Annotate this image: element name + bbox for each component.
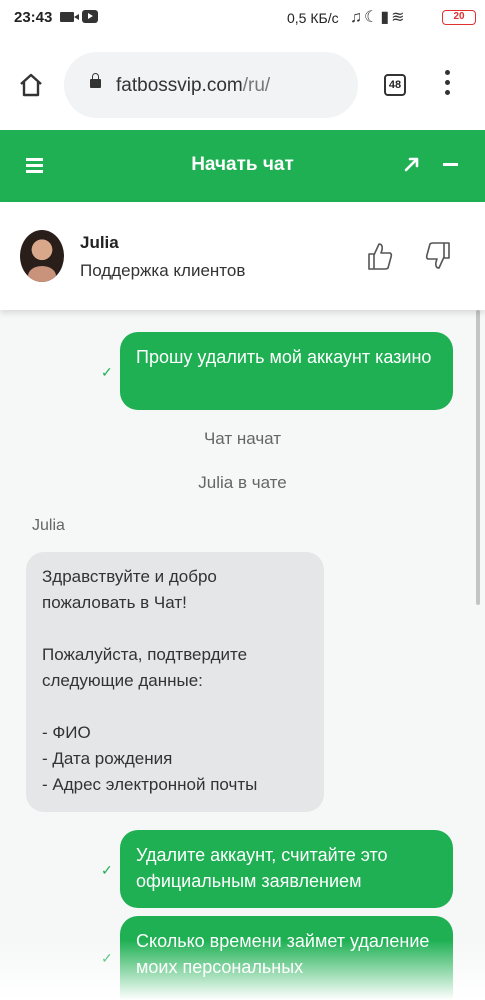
signal-icon: ▮ (380, 9, 392, 26)
browser-toolbar: fatbossvip.com/ru/ 48 (0, 40, 485, 130)
url-path: /ru/ (242, 75, 271, 96)
status-bar: 23:43 0,5 КБ/с ♫☾▮≋ 20 (0, 0, 485, 40)
system-message: Julia в чате (198, 473, 287, 492)
headphones-icon: ♫ (350, 9, 364, 26)
battery-icon: 20 (442, 10, 476, 25)
lock-icon (90, 73, 101, 88)
menu-dot-icon (444, 90, 450, 95)
agent-name: Julia (80, 233, 119, 252)
youtube-icon (82, 10, 98, 23)
expand-arrow-icon[interactable] (402, 154, 422, 174)
system-message: Чат начат (203, 429, 282, 448)
menu-dot-icon (444, 70, 450, 75)
chat-messages-area[interactable]: ✓ Прошу удалить мой аккаунт казино Чат н… (0, 310, 485, 1000)
address-bar[interactable]: fatbossvip.com/ru/ (64, 52, 358, 118)
status-icons: ♫☾▮≋ (350, 7, 407, 27)
url-host: fatbossvip.com (116, 75, 243, 96)
message-sender: Julia (32, 517, 65, 534)
moon-icon: ☾ (364, 9, 381, 26)
bottom-fade (0, 940, 485, 1000)
agent-info-bar: Julia Поддержка клиентов (0, 202, 485, 310)
menu-dot-icon (444, 80, 450, 85)
minimize-icon[interactable] (443, 163, 458, 166)
home-icon[interactable] (18, 72, 44, 98)
chat-scrollbar[interactable] (476, 310, 480, 605)
chat-header: Начать чат (0, 130, 485, 202)
network-speed: 0,5 КБ/с (287, 10, 339, 26)
incoming-message: Здравствуйте и добро пожаловать в Чат! П… (26, 552, 324, 812)
wifi-icon: ≋ (391, 9, 407, 26)
thumbs-up-icon[interactable] (366, 240, 394, 272)
sent-check-icon: ✓ (101, 364, 113, 380)
thumbs-down-icon[interactable] (424, 240, 452, 272)
outgoing-message: Удалите аккаунт, считайте это официальны… (120, 830, 453, 908)
url-text[interactable]: fatbossvip.com/ru/ (116, 75, 270, 97)
tabs-count-button[interactable]: 48 (384, 74, 406, 96)
sent-check-icon: ✓ (101, 862, 113, 878)
video-camera-icon (60, 12, 79, 22)
agent-avatar (20, 230, 64, 282)
agent-role: Поддержка клиентов (80, 261, 246, 280)
outgoing-message: Прошу удалить мой аккаунт казино (120, 332, 453, 410)
status-time: 23:43 (14, 9, 53, 26)
browser-menu-button[interactable] (442, 70, 452, 100)
